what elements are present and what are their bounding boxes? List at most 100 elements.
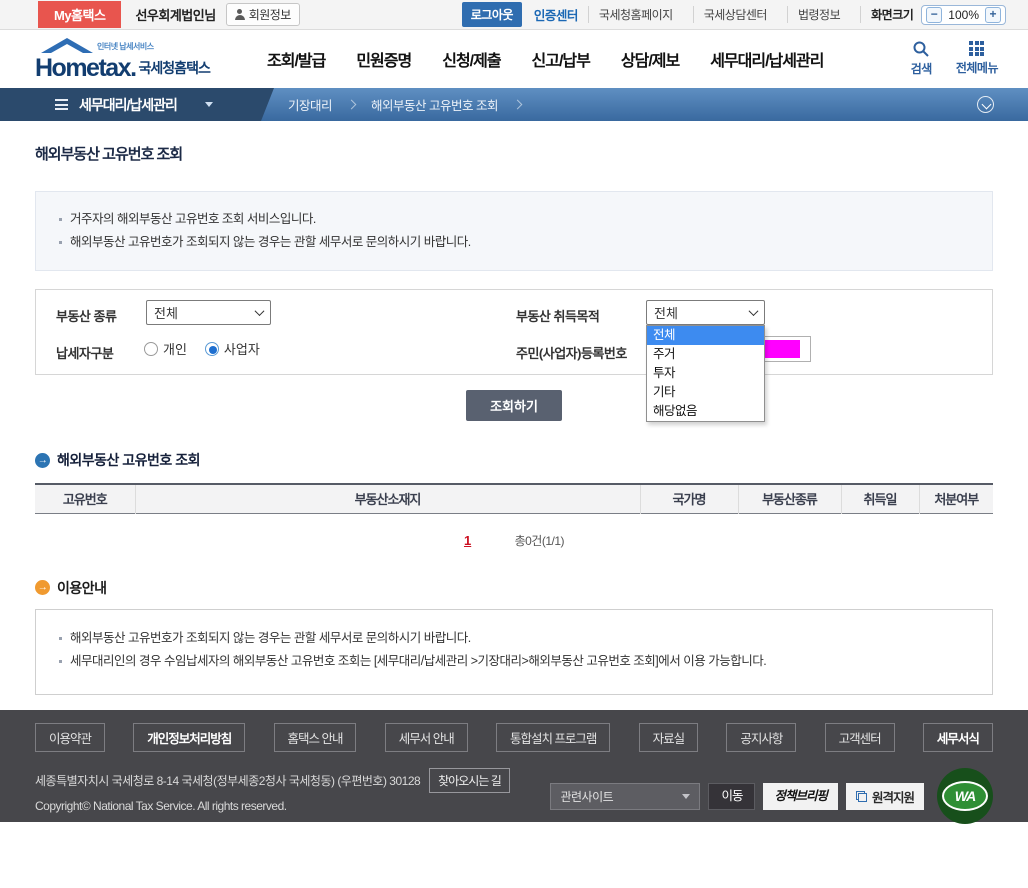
arrow-circle-blue-icon: → (35, 452, 50, 468)
guide-item: 해외부동산 고유번호가 조회되지 않는 경우는 관할 세무서로 문의하시기 바랍… (58, 627, 970, 650)
guide-item: 세무대리인의 경우 수임납세자의 해외부동산 고유번호 조회는 [세무대리/납세… (58, 650, 970, 673)
search-button[interactable]: 검색 (911, 41, 932, 77)
footer-link-terms[interactable]: 이용약관 (35, 723, 106, 752)
my-hometax-button[interactable]: My홈택스 (38, 1, 122, 28)
chevron-down-icon (254, 306, 265, 317)
pagination: 1 총0건(1/1) (35, 532, 993, 549)
col-property-kind: 부동산종류 (737, 484, 841, 513)
hometax-logo[interactable]: 인터넷 납세서비스 Hometax. 국세청홈택스 (35, 37, 253, 81)
auth-center-link[interactable]: 인증센터 (534, 5, 579, 24)
nav-civil-certificates[interactable]: 민원증명 (356, 47, 412, 71)
footer-link-tax-forms[interactable]: 세무서식 (922, 723, 993, 752)
nav-inquiry-issue[interactable]: 조회/발급 (267, 47, 326, 71)
remote-support-button[interactable]: 원격지원 (845, 782, 924, 810)
footer-link-notice[interactable]: 공지사항 (726, 723, 797, 752)
caret-down-icon (682, 793, 691, 799)
taxpayer-type-label: 납세자구분 (56, 346, 114, 361)
col-country: 국가명 (639, 484, 738, 513)
total-count: 총0건(1/1) (514, 533, 565, 548)
guide-section-title: 이용안내 (57, 579, 107, 596)
remote-support-label: 원격지원 (871, 790, 915, 805)
page-1-link[interactable]: 1 (464, 533, 471, 548)
footer-link-hometax-guide[interactable]: 홈택스 안내 (273, 723, 357, 752)
person-icon (234, 9, 245, 20)
results-section-header: → 해외부동산 고유번호 조회 (35, 450, 993, 470)
col-property-location: 부동산소재지 (134, 484, 640, 513)
nav-tax-agent-management[interactable]: 세무대리/납세관리 (710, 47, 824, 71)
dropdown-option-na[interactable]: 해당없음 (647, 402, 764, 421)
radio-individual-label: 개인 (163, 342, 187, 357)
counsel-center-link[interactable]: 국세상담센터 (692, 6, 777, 23)
nav-application-submission[interactable]: 신청/제출 (442, 47, 501, 71)
search-submit-button[interactable]: 조회하기 (466, 390, 562, 421)
member-info-label: 회원정보 (248, 8, 292, 22)
related-sites-value: 관련사이트 (560, 789, 614, 804)
directions-button[interactable]: 찾아오시는 길 (429, 767, 510, 793)
radio-circle-icon (204, 341, 219, 356)
lnb-collapse-button[interactable] (977, 96, 994, 113)
global-nav: 조회/발급 민원증명 신청/제출 신고/납부 상담/제보 세무대리/납세관리 (267, 47, 824, 71)
header: 인터넷 납세서비스 Hometax. 국세청홈택스 조회/발급 민원증명 신청/… (0, 30, 1028, 88)
col-unique-number: 고유번호 (35, 484, 135, 513)
chevron-down-icon (748, 306, 759, 317)
breadcrumb-bar: 세무대리/납세관리 기장대리 해외부동산 고유번호 조회 (0, 88, 1028, 121)
nts-homepage-link[interactable]: 국세청홈페이지 (587, 6, 683, 23)
acquisition-purpose-dropdown: 전체 주거 투자 기타 해당없음 (646, 325, 765, 422)
breadcrumb-item-bookkeeping[interactable]: 기장대리 (288, 95, 333, 114)
all-menu-label: 전체메뉴 (955, 61, 999, 75)
nav-report-payment[interactable]: 신고/납부 (532, 47, 591, 71)
footer-link-archive[interactable]: 자료실 (638, 723, 699, 752)
footer-copyright: Copyright© National Tax Service. All rig… (35, 799, 287, 813)
breadcrumb-item-current[interactable]: 해외부동산 고유번호 조회 (371, 95, 498, 114)
zoom-out-button[interactable]: − (926, 6, 943, 23)
footer-link-privacy[interactable]: 개인정보처리방침 (133, 723, 246, 752)
policy-briefing-button[interactable]: 정책브리핑 (763, 782, 838, 810)
footer-menu: 이용약관 개인정보처리방침 홈택스 안내 세무서 안내 통합설치 프로그램 자료… (35, 723, 993, 752)
dropdown-option-residence[interactable]: 주거 (647, 345, 764, 364)
logout-button[interactable]: 로그아웃 (461, 2, 522, 27)
zoom-in-button[interactable]: + (985, 6, 1001, 23)
logo-text: Hometax. (35, 54, 137, 82)
law-info-link[interactable]: 법령정보 (786, 6, 850, 23)
house-roof-icon (41, 38, 93, 53)
main-content: 해외부동산 고유번호 조회 거주자의 해외부동산 고유번호 조회 서비스입니다.… (0, 143, 1028, 695)
remote-screens-icon (855, 790, 867, 802)
radio-individual[interactable]: 개인 (144, 339, 187, 358)
footer-link-install-program[interactable]: 통합설치 프로그램 (495, 723, 611, 752)
dropdown-option-investment[interactable]: 투자 (647, 364, 764, 383)
radio-circle-icon (144, 341, 158, 356)
all-menu-button[interactable]: 전체메뉴 (955, 41, 999, 77)
search-form: 부동산 종류 전체 부동산 취득목적 전체 납세자구분 개인 사업자 주민(사업… (35, 289, 993, 422)
member-info-button[interactable]: 회원정보 (225, 3, 300, 26)
notice-box: 거주자의 해외부동산 고유번호 조회 서비스입니다. 해외부동산 고유번호가 조… (35, 191, 993, 271)
reg-number-label: 주민(사업자)등록번호 (516, 346, 627, 361)
related-sites-select[interactable]: 관련사이트 (550, 782, 701, 810)
acquisition-purpose-select[interactable]: 전체 (646, 300, 765, 325)
footer-link-customer-center[interactable]: 고객센터 (824, 723, 895, 752)
guide-box: 해외부동산 고유번호가 조회되지 않는 경우는 관할 세무서로 문의하시기 바랍… (35, 608, 993, 695)
nav-counsel-report[interactable]: 상담/제보 (621, 47, 680, 71)
lnb-section-title: 세무대리/납세관리 (79, 96, 177, 113)
utility-bar: My홈택스 선우회계법인님 회원정보 로그아웃 인증센터 국세청홈페이지 국세상… (0, 0, 1028, 30)
footer: 이용약관 개인정보처리방침 홈택스 안내 세무서 안내 통합설치 프로그램 자료… (0, 710, 1028, 824)
dropdown-option-other[interactable]: 기타 (647, 383, 764, 402)
col-acquisition-date: 취득일 (840, 484, 919, 513)
grid-menu-icon (969, 41, 985, 56)
acquisition-purpose-value: 전체 (654, 306, 678, 321)
wa-certification-seal: WA (937, 768, 993, 824)
property-type-select[interactable]: 전체 (146, 300, 271, 325)
zoom-level: 100% (948, 7, 979, 22)
table-header-row: 고유번호 부동산소재지 국가명 부동산종류 취득일 처분여부 (35, 484, 993, 513)
radio-business[interactable]: 사업자 (204, 339, 260, 358)
lnb-section-menu-button[interactable]: 세무대리/납세관리 (0, 88, 274, 121)
dropdown-option-all[interactable]: 전체 (647, 326, 764, 345)
chevron-right-icon (346, 99, 357, 110)
breadcrumb: 기장대리 해외부동산 고유번호 조회 (288, 95, 537, 114)
go-button[interactable]: 이동 (708, 782, 756, 810)
property-type-value: 전체 (154, 306, 178, 321)
footer-link-tax-office-guide[interactable]: 세무서 안내 (384, 723, 468, 752)
caret-down-icon (205, 102, 213, 107)
guide-section-header: → 이용안내 (35, 578, 993, 598)
hamburger-icon (55, 99, 68, 110)
logo-korean-text: 국세청홈택스 (138, 60, 211, 76)
